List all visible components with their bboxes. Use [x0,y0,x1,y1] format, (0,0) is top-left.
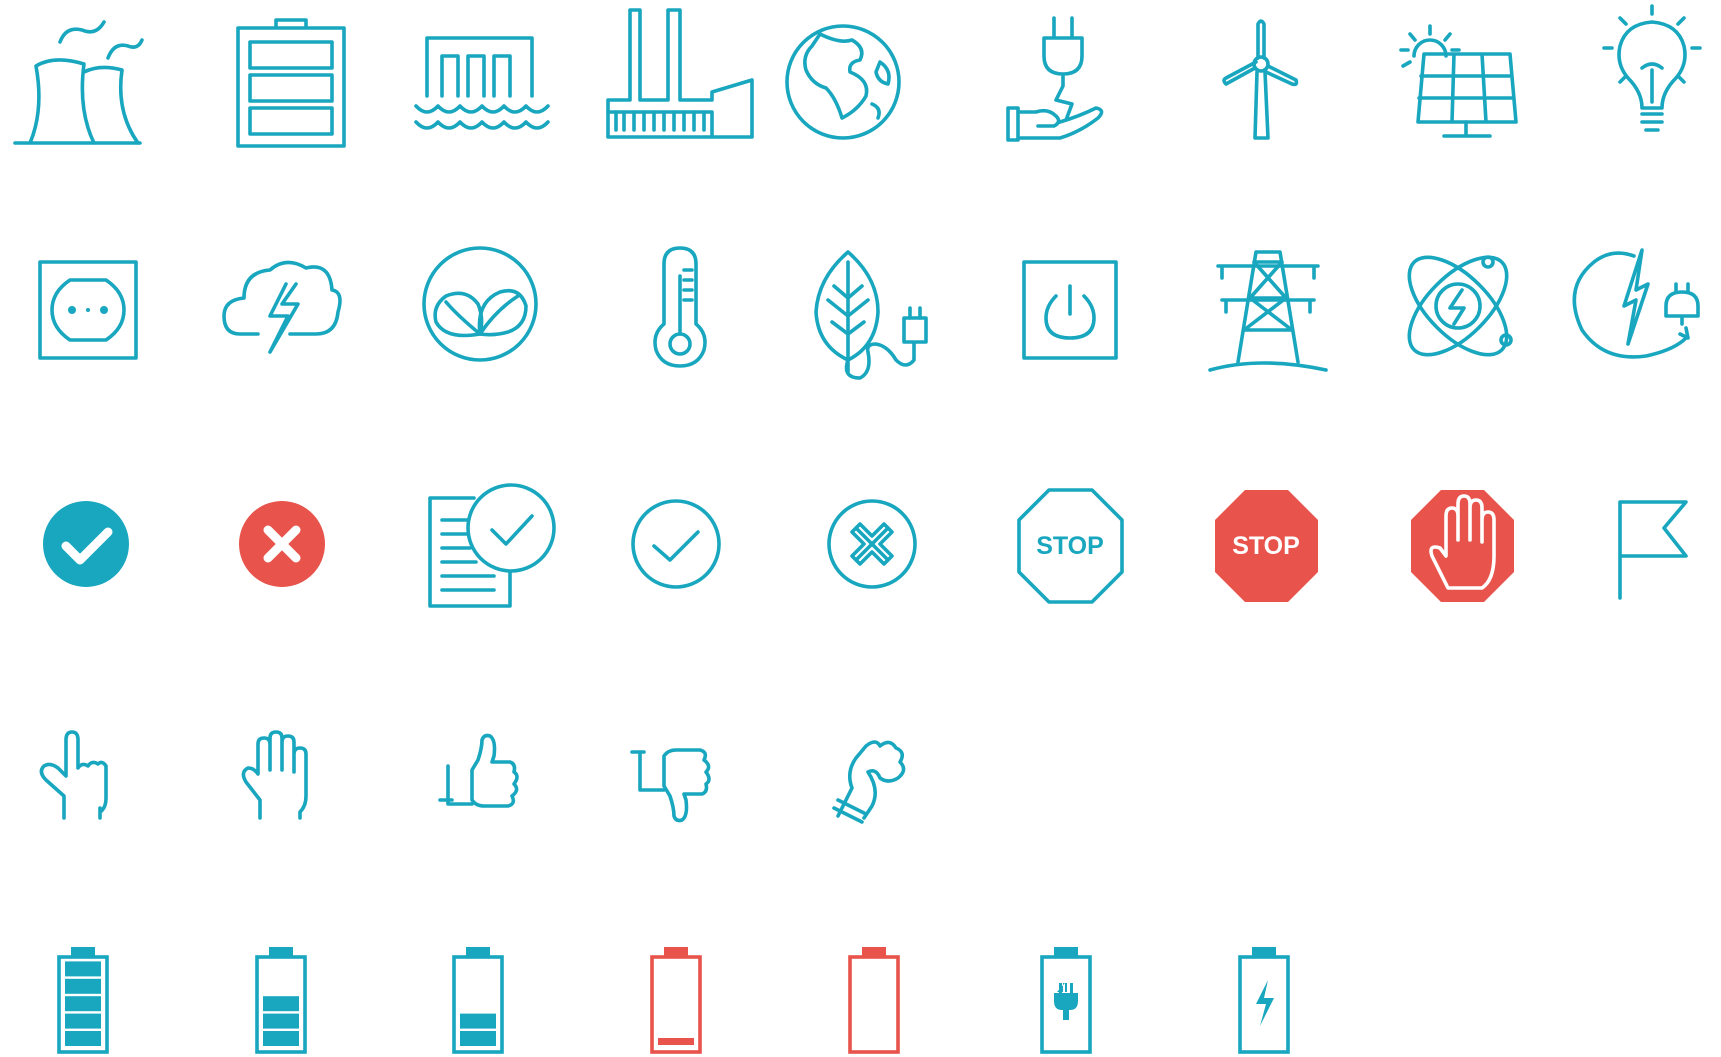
battery-level-bar [65,961,101,977]
leaf-plug-icon [814,250,928,380]
battery-level-bar [263,996,299,1012]
thumbs-up-icon [438,733,519,808]
power-button-icon [1022,260,1118,360]
x-circle-outline-icon [827,499,917,589]
battery-3-bars-icon [255,947,307,1054]
wind-turbine-icon [1222,19,1299,140]
battery-level-bar [263,1031,299,1046]
icon-sheet: STOP STOP [13,4,1702,1054]
check-circle-filled-icon [43,501,129,587]
stop-sign-outline-icon: STOP [1017,488,1124,604]
battery-full-icon [236,18,346,148]
raised-hand-icon [241,730,308,820]
eco-leaves-icon [422,246,538,362]
stop-filled-text: STOP [1232,532,1300,560]
thumbs-down-icon [630,748,711,823]
battery-charging-icon [1238,947,1290,1054]
x-circle-filled-icon [239,501,325,587]
atom-energy-icon [1407,255,1513,357]
power-tower-icon [1208,250,1328,372]
renewable-energy-icon [1572,248,1700,359]
document-check-icon [428,483,556,608]
battery-level-bar [658,1038,694,1045]
battery-level-bar [65,1013,101,1029]
stop-hand-sign-icon [1411,490,1514,602]
light-bulb-icon [1602,4,1702,132]
globe-icon [785,24,901,140]
battery-plug-icon [1040,947,1092,1054]
pointing-hand-icon [39,730,108,820]
battery-level-bar [65,978,101,994]
battery-level-bar [460,1031,496,1046]
battery-level-bar [65,996,101,1012]
storm-cloud-icon [222,260,342,354]
flag-icon [1618,500,1688,600]
battery-level-bar [263,1013,299,1029]
thermometer-icon [653,246,707,368]
stop-outline-text: STOP [1036,532,1104,560]
plug-hand-icon [1006,16,1104,142]
battery-empty-icon [848,947,900,1054]
battery-level-bar [460,1013,496,1029]
battery-low-icon [650,947,702,1054]
wall-socket-icon [38,260,138,360]
ok-hand-icon [832,740,906,824]
hydro-dam-icon [414,36,550,130]
solar-panel-icon [1399,24,1518,138]
battery-2-bars-icon [452,947,504,1054]
nuclear-plant-icon [13,20,144,145]
check-circle-outline-icon [631,499,721,589]
factory-icon [606,8,754,139]
stop-sign-filled-icon: STOP [1215,490,1318,602]
battery-5-bars-icon [57,947,109,1054]
battery-level-bar [65,1031,101,1046]
